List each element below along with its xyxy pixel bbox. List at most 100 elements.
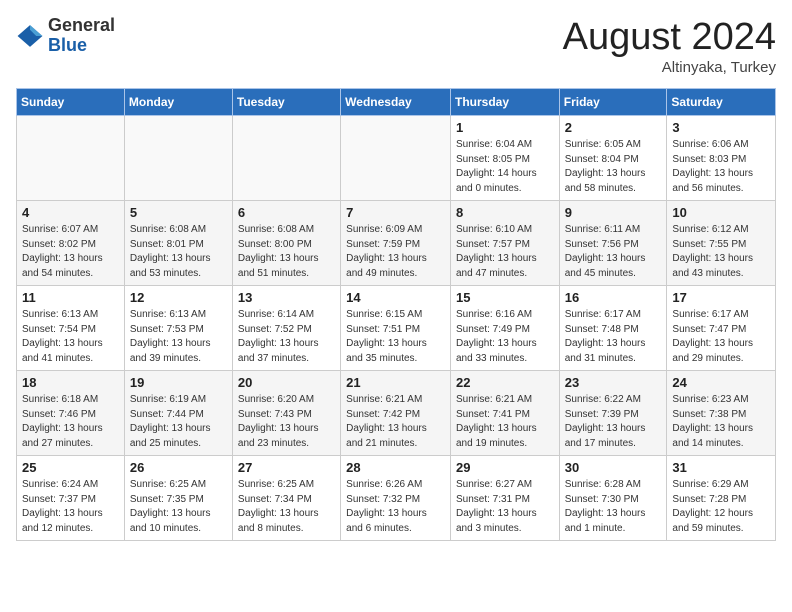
day-info: Sunrise: 6:17 AM Sunset: 7:47 PM Dayligh… [672,308,770,366]
weekday-header-friday: Friday [559,89,667,116]
day-number: 15 [456,290,554,305]
day-info: Sunrise: 6:13 AM Sunset: 7:53 PM Dayligh… [130,308,227,366]
calendar-cell: 12 Sunrise: 6:13 AM Sunset: 7:53 PM Dayli… [124,286,232,371]
day-info: Sunrise: 6:08 AM Sunset: 8:01 PM Dayligh… [130,223,227,281]
calendar-cell: 27Sunrise: 6:25 AM Sunset: 7:34 PM Dayli… [232,456,340,541]
day-info: Sunrise: 6:24 AM Sunset: 7:37 PM Dayligh… [22,478,119,536]
calendar-cell [124,116,232,201]
day-number: 26 [130,460,227,475]
day-number: 29 [456,460,554,475]
day-info: Sunrise: 6:28 AM Sunset: 7:30 PM Dayligh… [565,478,662,536]
day-number: 4 [22,205,119,220]
calendar-cell: 14 Sunrise: 6:15 AM Sunset: 7:51 PM Dayli… [341,286,451,371]
day-info: Sunrise: 6:13 AM Sunset: 7:54 PM Dayligh… [22,308,119,366]
day-info: Sunrise: 6:05 AM Sunset: 8:04 PM Dayligh… [565,138,662,196]
calendar-cell [17,116,125,201]
calendar-cell: 17 Sunrise: 6:17 AM Sunset: 7:47 PM Dayli… [667,286,776,371]
calendar-cell: 5 Sunrise: 6:08 AM Sunset: 8:01 PM Daylig… [124,201,232,286]
day-number: 23 [565,375,662,390]
calendar-cell: 7 Sunrise: 6:09 AM Sunset: 7:59 PM Daylig… [341,201,451,286]
day-number: 6 [238,205,335,220]
calendar-cell: 16 Sunrise: 6:17 AM Sunset: 7:48 PM Dayli… [559,286,667,371]
calendar-header: SundayMondayTuesdayWednesdayThursdayFrid… [17,89,776,116]
day-number: 2 [565,120,662,135]
weekday-header-sunday: Sunday [17,89,125,116]
day-info: Sunrise: 6:08 AM Sunset: 8:00 PM Dayligh… [238,223,335,281]
day-info: Sunrise: 6:12 AM Sunset: 7:55 PM Dayligh… [672,223,770,281]
day-info: Sunrise: 6:29 AM Sunset: 7:28 PM Dayligh… [672,478,770,536]
weekday-header-tuesday: Tuesday [232,89,340,116]
day-number: 25 [22,460,119,475]
day-number: 5 [130,205,227,220]
calendar-cell [341,116,451,201]
calendar-cell: 10Sunrise: 6:12 AM Sunset: 7:55 PM Dayli… [667,201,776,286]
day-info: Sunrise: 6:25 AM Sunset: 7:35 PM Dayligh… [130,478,227,536]
weekday-header-thursday: Thursday [450,89,559,116]
calendar-week-row: 11 Sunrise: 6:13 AM Sunset: 7:54 PM Dayli… [17,286,776,371]
calendar-cell: 6 Sunrise: 6:08 AM Sunset: 8:00 PM Daylig… [232,201,340,286]
day-info: Sunrise: 6:15 AM Sunset: 7:51 PM Dayligh… [346,308,445,366]
day-info: Sunrise: 6:25 AM Sunset: 7:34 PM Dayligh… [238,478,335,536]
calendar-cell: 28 Sunrise: 6:26 AM Sunset: 7:32 PM Dayli… [341,456,451,541]
day-number: 7 [346,205,445,220]
day-number: 14 [346,290,445,305]
day-number: 8 [456,205,554,220]
day-info: Sunrise: 6:04 AM Sunset: 8:05 PM Dayligh… [456,138,554,196]
logo-icon [16,22,44,50]
calendar-cell: 11 Sunrise: 6:13 AM Sunset: 7:54 PM Dayli… [17,286,125,371]
calendar-week-row: 18 Sunrise: 6:18 AM Sunset: 7:46 PM Dayli… [17,371,776,456]
weekday-header-monday: Monday [124,89,232,116]
day-number: 30 [565,460,662,475]
day-number: 9 [565,205,662,220]
calendar-cell: 21 Sunrise: 6:21 AM Sunset: 7:42 PM Dayli… [341,371,451,456]
calendar-cell: 20 Sunrise: 6:20 AM Sunset: 7:43 PM Dayli… [232,371,340,456]
day-info: Sunrise: 6:20 AM Sunset: 7:43 PM Dayligh… [238,393,335,451]
day-number: 24 [672,375,770,390]
calendar-cell: 25 Sunrise: 6:24 AM Sunset: 7:37 PM Dayli… [17,456,125,541]
day-info: Sunrise: 6:26 AM Sunset: 7:32 PM Dayligh… [346,478,445,536]
weekday-header-row: SundayMondayTuesdayWednesdayThursdayFrid… [17,89,776,116]
calendar-week-row: 1 Sunrise: 6:04 AM Sunset: 8:05 PM Daylig… [17,116,776,201]
day-number: 20 [238,375,335,390]
title-block: August 2024 Altinyaka, Turkey [563,16,776,76]
day-number: 22 [456,375,554,390]
day-info: Sunrise: 6:09 AM Sunset: 7:59 PM Dayligh… [346,223,445,281]
day-info: Sunrise: 6:19 AM Sunset: 7:44 PM Dayligh… [130,393,227,451]
day-info: Sunrise: 6:22 AM Sunset: 7:39 PM Dayligh… [565,393,662,451]
day-info: Sunrise: 6:07 AM Sunset: 8:02 PM Dayligh… [22,223,119,281]
calendar-cell: 8 Sunrise: 6:10 AM Sunset: 7:57 PM Daylig… [450,201,559,286]
calendar-cell: 9 Sunrise: 6:11 AM Sunset: 7:56 PM Daylig… [559,201,667,286]
day-number: 21 [346,375,445,390]
page-header: General Blue August 2024 Altinyaka, Turk… [16,16,776,76]
day-info: Sunrise: 6:11 AM Sunset: 7:56 PM Dayligh… [565,223,662,281]
day-info: Sunrise: 6:18 AM Sunset: 7:46 PM Dayligh… [22,393,119,451]
day-number: 11 [22,290,119,305]
calendar-cell: 2 Sunrise: 6:05 AM Sunset: 8:04 PM Daylig… [559,116,667,201]
day-number: 17 [672,290,770,305]
calendar-body: 1 Sunrise: 6:04 AM Sunset: 8:05 PM Daylig… [17,116,776,541]
day-info: Sunrise: 6:10 AM Sunset: 7:57 PM Dayligh… [456,223,554,281]
day-number: 1 [456,120,554,135]
logo-general-text: General [48,15,115,35]
calendar-cell: 1 Sunrise: 6:04 AM Sunset: 8:05 PM Daylig… [450,116,559,201]
day-number: 28 [346,460,445,475]
calendar-week-row: 4 Sunrise: 6:07 AM Sunset: 8:02 PM Daylig… [17,201,776,286]
day-number: 19 [130,375,227,390]
day-number: 16 [565,290,662,305]
calendar-cell: 24 Sunrise: 6:23 AM Sunset: 7:38 PM Dayli… [667,371,776,456]
logo: General Blue [16,16,115,56]
calendar-cell: 3Sunrise: 6:06 AM Sunset: 8:03 PM Daylig… [667,116,776,201]
day-number: 12 [130,290,227,305]
weekday-header-wednesday: Wednesday [341,89,451,116]
day-info: Sunrise: 6:14 AM Sunset: 7:52 PM Dayligh… [238,308,335,366]
day-info: Sunrise: 6:21 AM Sunset: 7:42 PM Dayligh… [346,393,445,451]
day-number: 31 [672,460,770,475]
month-title: August 2024 [563,16,776,59]
calendar-cell: 22Sunrise: 6:21 AM Sunset: 7:41 PM Dayli… [450,371,559,456]
day-info: Sunrise: 6:06 AM Sunset: 8:03 PM Dayligh… [672,138,770,196]
day-info: Sunrise: 6:17 AM Sunset: 7:48 PM Dayligh… [565,308,662,366]
logo-blue-text: Blue [48,35,87,55]
calendar-cell [232,116,340,201]
day-info: Sunrise: 6:23 AM Sunset: 7:38 PM Dayligh… [672,393,770,451]
day-number: 18 [22,375,119,390]
